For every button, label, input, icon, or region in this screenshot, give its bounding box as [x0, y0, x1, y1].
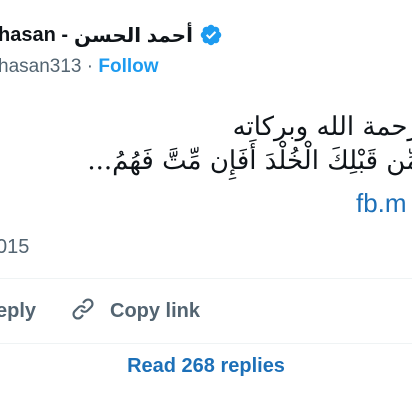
follow-button[interactable]: Follow — [98, 56, 158, 77]
copy-link-label: Copy link — [110, 300, 201, 322]
divider-top — [0, 278, 412, 279]
tweet-date[interactable]: 015 — [0, 236, 29, 259]
link-icon — [70, 296, 96, 327]
read-replies-button[interactable]: Read 268 replies — [0, 355, 412, 378]
tweet-link[interactable]: fb.m — [356, 188, 407, 219]
handle-separator: · — [86, 56, 94, 77]
author-name-arabic[interactable]: أحمد الحسن — [74, 23, 193, 48]
tweet-text-line-2: مِّن قَبْلِكَ الْخُلْدَ أَفَإِن مِّتَّ ف… — [87, 146, 412, 176]
author-handle[interactable]: hasan313 — [0, 56, 81, 77]
copy-link-button[interactable]: Copy link — [70, 296, 200, 327]
verified-badge-icon — [199, 23, 223, 47]
author-name-latin[interactable]: hasan - — [0, 24, 68, 47]
author-handle-row: hasan313 · Follow — [0, 56, 159, 78]
reply-button[interactable]: eply — [0, 300, 36, 323]
divider-bottom — [0, 343, 412, 344]
tweet-text-line-1: رحمة الله وبركاته — [232, 112, 412, 142]
author-name-row[interactable]: hasan - أحمد الحسن — [0, 18, 223, 52]
